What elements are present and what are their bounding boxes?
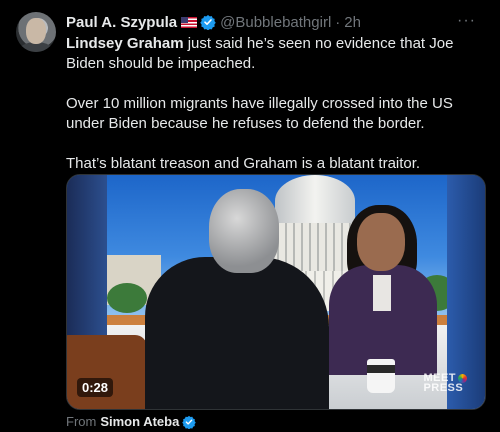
watermark-line-2: PRESS — [423, 382, 464, 394]
us-flag-icon — [181, 16, 198, 28]
video-guest — [145, 257, 329, 409]
video-tree — [107, 283, 147, 313]
mention-link[interactable]: Lindsey Graham — [66, 35, 184, 52]
video-host-face — [357, 213, 405, 271]
author-name[interactable]: Paul A. Szypula — [66, 14, 177, 31]
video-player[interactable]: 0:28 MEET PRESS — [66, 174, 486, 410]
avatar-face — [26, 18, 46, 44]
video-mug-band — [367, 365, 395, 373]
timestamp[interactable]: 2h — [344, 14, 361, 31]
tweet[interactable]: Paul A. Szypula @Bubblebathgirl · 2h ···… — [0, 0, 500, 432]
video-capitol-dome — [275, 175, 355, 227]
tweet-paragraph-3: That’s blatant treason and Graham is a b… — [66, 155, 421, 172]
tweet-text: Lindsey Graham just said he’s seen no ev… — [66, 34, 486, 194]
tweet-paragraph-2: Over 10 million migrants have illegally … — [66, 95, 453, 132]
media-source: From Simon Ateba — [66, 414, 197, 429]
separator-dot: · — [335, 13, 341, 31]
from-label: From — [66, 414, 97, 429]
verified-badge-icon — [182, 415, 197, 429]
more-options-icon[interactable]: ··· — [457, 12, 476, 30]
avatar[interactable] — [16, 12, 56, 52]
video-host-shirt — [373, 275, 391, 311]
meet-the-press-logo: MEET PRESS — [423, 373, 467, 394]
source-account-link[interactable]: Simon Ateba — [100, 414, 179, 429]
verified-badge-icon — [200, 15, 216, 30]
tweet-header: Paul A. Szypula @Bubblebathgirl · 2h — [66, 12, 361, 32]
video-duration: 0:28 — [77, 378, 114, 397]
author-handle[interactable]: @Bubblebathgirl — [220, 14, 331, 31]
video-chair — [67, 335, 147, 409]
video-guest-head — [209, 189, 279, 273]
tweet-paragraph-1: Lindsey Graham just said he’s seen no ev… — [66, 34, 486, 74]
